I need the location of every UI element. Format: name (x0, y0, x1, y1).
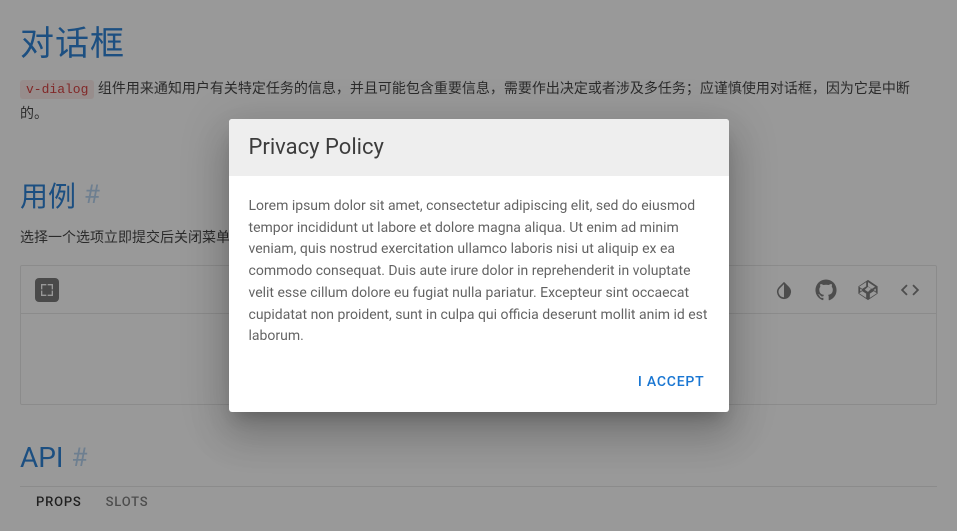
dialog-overlay[interactable]: Privacy Policy Lorem ipsum dolor sit ame… (0, 0, 957, 531)
dialog-title: Privacy Policy (229, 119, 729, 176)
dialog-body: Lorem ipsum dolor sit amet, consectetur … (229, 176, 729, 358)
dialog-actions: I Accept (229, 358, 729, 412)
accept-button[interactable]: I Accept (626, 366, 717, 398)
privacy-dialog: Privacy Policy Lorem ipsum dolor sit ame… (229, 119, 729, 412)
